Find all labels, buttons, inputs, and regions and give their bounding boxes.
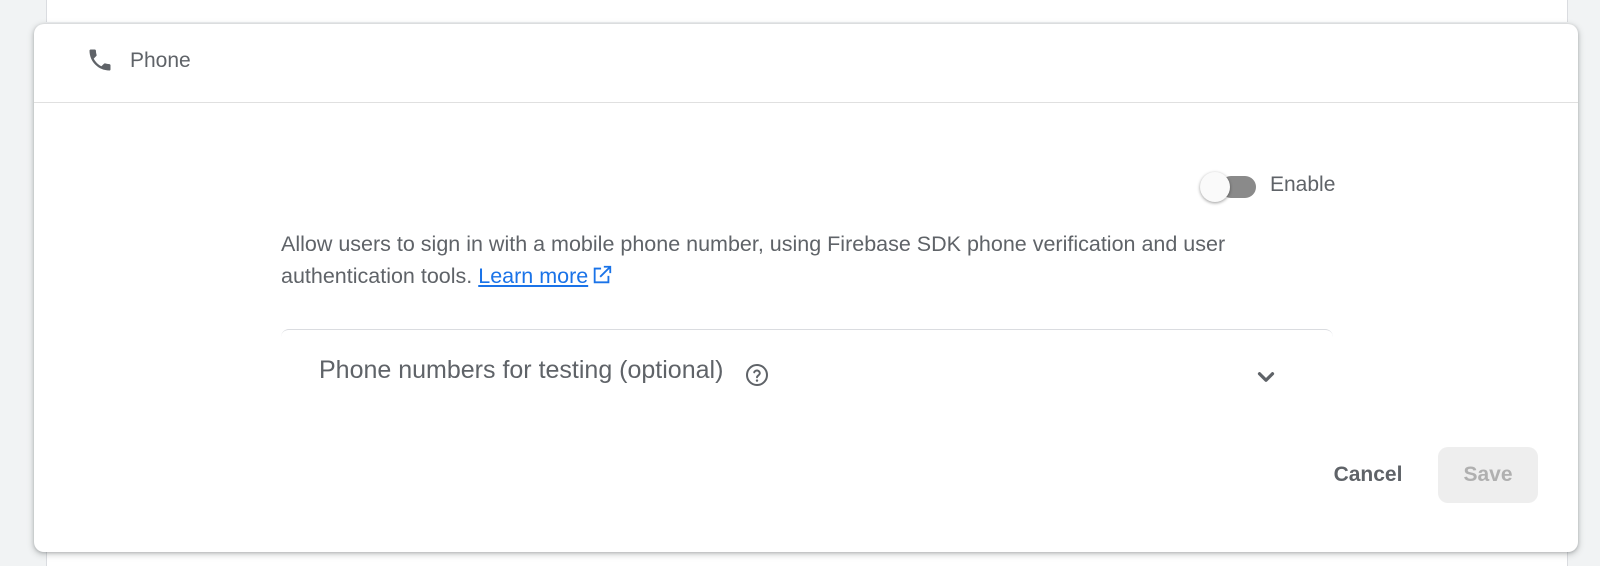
background-card-top xyxy=(46,0,1568,22)
description-text: Allow users to sign in with a mobile pho… xyxy=(281,232,1226,288)
provider-description: Allow users to sign in with a mobile pho… xyxy=(281,228,1341,292)
panel-header: Phone xyxy=(34,24,1578,103)
cancel-button[interactable]: Cancel xyxy=(1312,447,1424,503)
learn-more-link[interactable]: Learn more xyxy=(478,264,588,288)
phone-provider-panel: Phone Enable Allow users to sign in with… xyxy=(34,24,1578,552)
background-card-bottom xyxy=(46,550,1568,566)
external-link-icon[interactable] xyxy=(591,264,613,286)
phone-icon xyxy=(89,49,111,71)
help-icon[interactable] xyxy=(745,363,769,387)
provider-title: Phone xyxy=(130,49,191,72)
testing-numbers-expander[interactable]: Phone numbers for testing (optional) xyxy=(281,329,1333,410)
learn-more-label: Learn more xyxy=(478,264,589,288)
testing-numbers-title: Phone numbers for testing (optional) xyxy=(319,356,724,384)
save-button[interactable]: Save xyxy=(1438,447,1538,503)
toggle-thumb xyxy=(1200,172,1230,202)
enable-label: Enable xyxy=(1270,173,1336,196)
chevron-down-icon[interactable] xyxy=(1253,364,1279,390)
